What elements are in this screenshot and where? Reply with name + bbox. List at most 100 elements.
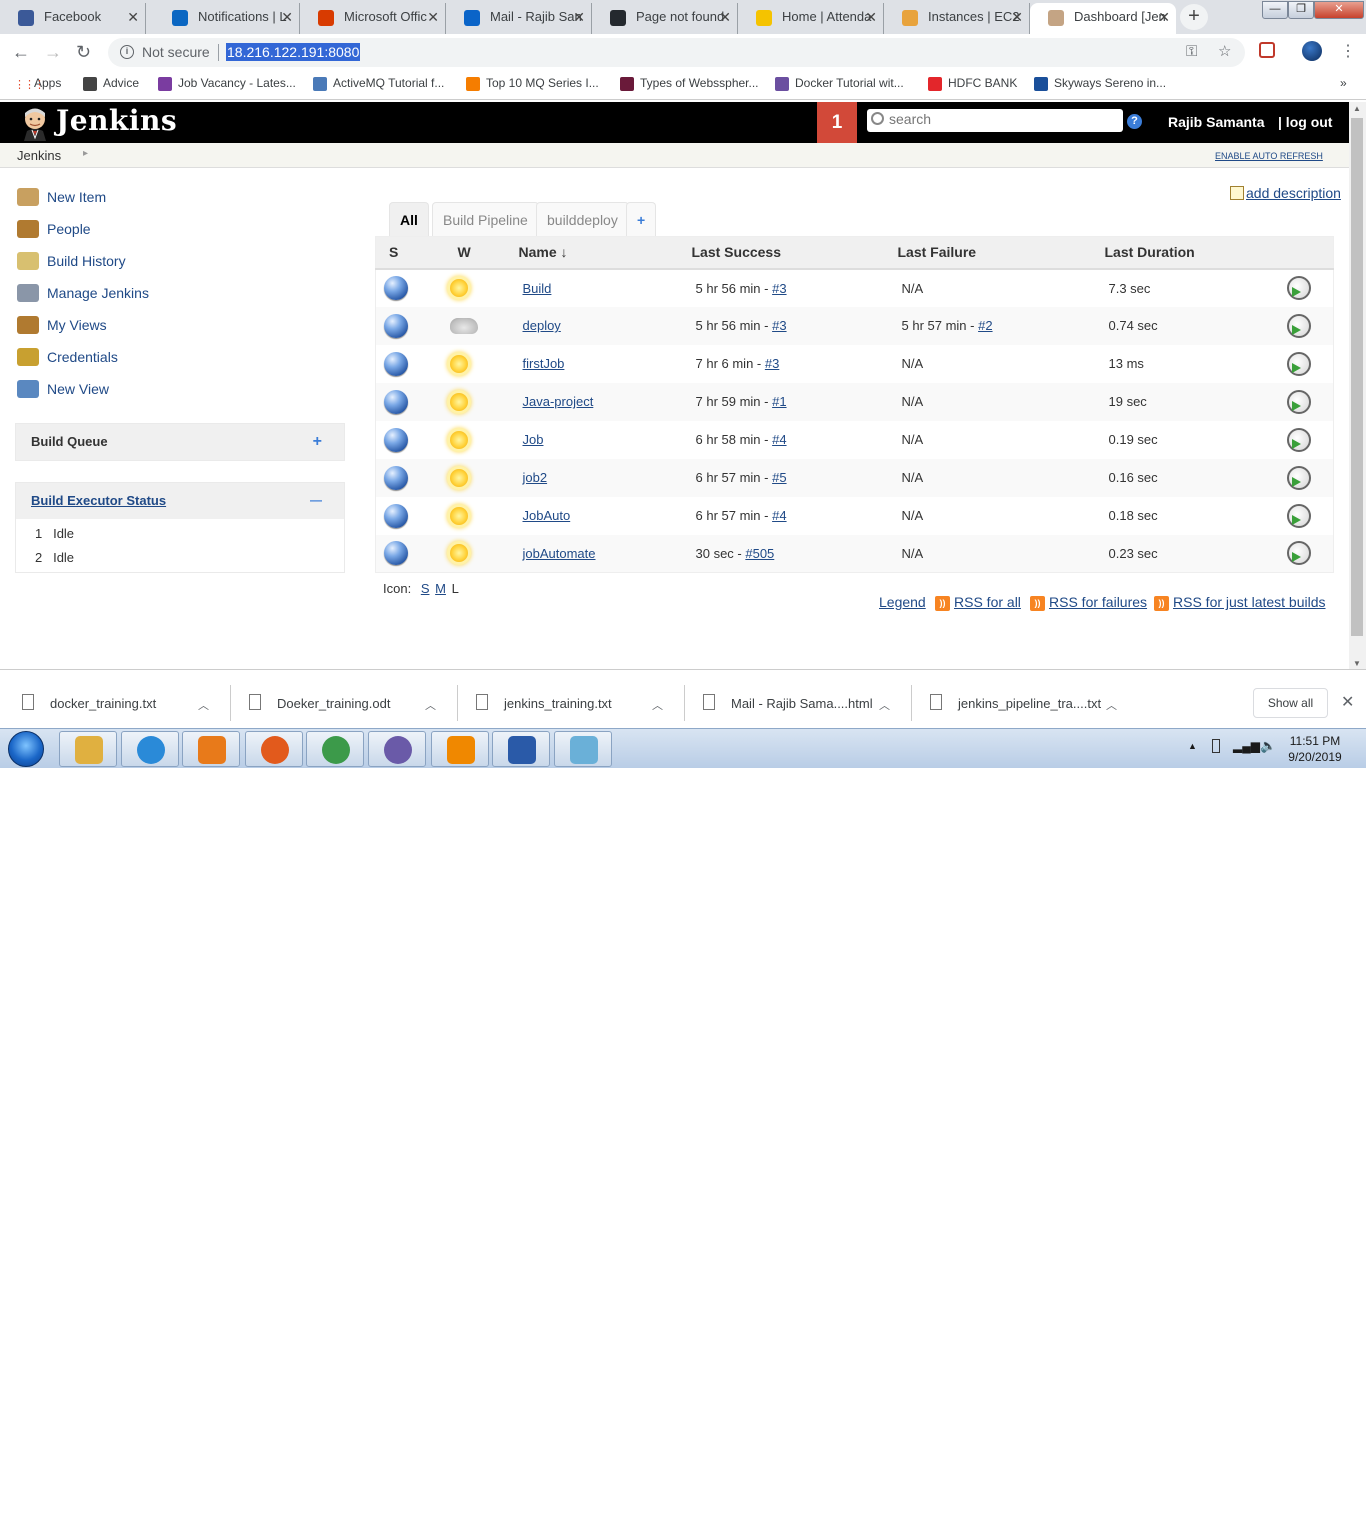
taskbar-notepad-button[interactable] [554, 731, 612, 767]
rss-all-link[interactable]: )) RSS for all [935, 594, 1021, 611]
taskbar-ie-button[interactable] [121, 731, 179, 767]
col-last-failure[interactable]: Last Failure [897, 236, 1105, 270]
maximize-button[interactable]: ❐ [1288, 1, 1314, 19]
last-success-build-link[interactable]: #3 [765, 356, 779, 371]
info-icon[interactable]: i [120, 45, 134, 59]
download-item[interactable]: jenkins_training.txt ︿ [476, 694, 663, 712]
sunny-weather-icon[interactable] [449, 279, 468, 297]
rss-latest-link[interactable]: )) RSS for just latest builds [1154, 594, 1326, 611]
last-success-build-link[interactable]: #3 [772, 318, 786, 333]
minimize-button[interactable]: — [1262, 1, 1288, 19]
browser-tab[interactable]: Dashboard [Jen ✕ [1030, 3, 1176, 34]
sunny-weather-icon[interactable] [449, 354, 468, 373]
taskbar-media-app-button[interactable] [368, 731, 426, 767]
chevron-up-icon[interactable]: ︿ [1106, 697, 1117, 713]
schedule-build-icon[interactable] [1286, 351, 1311, 376]
last-success-build-link[interactable]: #505 [745, 546, 774, 561]
taskbar-word-button[interactable] [492, 731, 550, 767]
schedule-build-icon[interactable] [1286, 465, 1311, 490]
cloudy-weather-icon[interactable] [449, 317, 478, 334]
tab-builddeploy[interactable]: builddeploy [536, 202, 629, 237]
tab-close-icon[interactable]: ✕ [719, 3, 731, 31]
tab-close-icon[interactable]: ✕ [573, 3, 585, 31]
download-item[interactable]: jenkins_pipeline_tra....txt ︿ [930, 694, 1117, 712]
sunny-weather-icon[interactable] [449, 468, 468, 487]
status-ball-icon[interactable] [384, 541, 408, 566]
bookmark-item[interactable]: Top 10 MQ Series I... [466, 76, 599, 91]
bookmark-item[interactable]: ActiveMQ Tutorial f... [313, 76, 444, 91]
download-item[interactable]: Mail - Rajib Sama....html ︿ [703, 694, 890, 712]
key-icon[interactable]: ⚿ [1186, 43, 1197, 60]
notification-badge[interactable]: 1 [817, 102, 857, 143]
job-name-link[interactable]: Java-project [523, 394, 594, 409]
breadcrumb-arrow-icon[interactable]: ▸ [83, 148, 88, 159]
url-text[interactable]: 18.216.122.191:8080 [226, 43, 361, 61]
job-name-link[interactable]: job2 [523, 470, 548, 485]
taskbar-chrome-button[interactable] [306, 731, 364, 767]
browser-tab[interactable]: Page not found ✕ [592, 3, 738, 34]
browser-tab[interactable]: Mail - Rajib San ✕ [446, 3, 592, 34]
schedule-build-icon[interactable] [1286, 541, 1311, 566]
sunny-weather-icon[interactable] [449, 544, 468, 563]
menu-icon[interactable]: ⋮ [1340, 41, 1356, 61]
schedule-build-icon[interactable] [1286, 313, 1311, 338]
user-name-link[interactable]: Rajib Samanta [1168, 114, 1264, 130]
tab-close-icon[interactable]: ✕ [1158, 3, 1170, 31]
task-people[interactable]: People [17, 219, 91, 239]
bookmark-item[interactable]: HDFC BANK [928, 76, 1017, 91]
scroll-up-icon[interactable]: ▲ [1353, 104, 1361, 113]
job-name-link[interactable]: Build [523, 281, 552, 296]
chevron-up-icon[interactable]: ︿ [425, 697, 436, 713]
status-ball-icon[interactable] [384, 465, 408, 490]
taskbar-firefox-button[interactable] [245, 731, 303, 767]
tab-close-icon[interactable]: ✕ [281, 3, 293, 31]
status-ball-icon[interactable] [384, 389, 408, 414]
task-new-view[interactable]: New View [17, 379, 109, 399]
task-credentials[interactable]: Credentials [17, 347, 118, 367]
address-bar[interactable]: i Not secure 18.216.122.191:8080 ⚿ ☆ [108, 38, 1245, 67]
tab-close-icon[interactable]: ✕ [127, 3, 139, 31]
tab-close-icon[interactable]: ✕ [427, 3, 439, 31]
job-name-link[interactable]: JobAuto [523, 508, 571, 523]
browser-tab[interactable]: Home | Attenda ✕ [738, 3, 884, 34]
icon-size-small-link[interactable]: S [421, 581, 430, 596]
show-all-button[interactable]: Show all [1253, 688, 1328, 718]
taskbar-explorer-button[interactable] [59, 731, 117, 767]
volume-icon[interactable]: 🔈 [1260, 738, 1276, 754]
taskbar-clock[interactable]: 11:51 PM 9/20/2019 [1285, 733, 1345, 765]
taskbar-media-player-button[interactable] [182, 731, 240, 767]
window-close-button[interactable]: ✕ [1314, 1, 1364, 19]
status-ball-icon[interactable] [384, 427, 408, 452]
download-item[interactable]: Doeker_training.odt ︿ [249, 694, 436, 712]
task-my-views[interactable]: My Views [17, 315, 107, 335]
status-ball-icon[interactable] [384, 503, 408, 528]
task-new-item[interactable]: New Item [17, 187, 106, 207]
profile-avatar[interactable] [1302, 41, 1322, 61]
tab-all[interactable]: All [389, 202, 429, 237]
search-box[interactable] [867, 109, 1123, 132]
tab-new-view[interactable]: + [626, 202, 657, 237]
new-tab-button[interactable]: + [1180, 4, 1208, 30]
chevron-up-icon[interactable]: ︿ [198, 697, 209, 713]
executor-title-link[interactable]: Build Executor Status [31, 493, 166, 508]
rss-failures-link[interactable]: )) RSS for failures [1030, 594, 1147, 611]
job-name-link[interactable]: jobAutomate [523, 546, 596, 561]
task-build-history[interactable]: Build History [17, 251, 126, 271]
bookmark-star-icon[interactable]: ☆ [1218, 42, 1231, 60]
last-failure-build-link[interactable]: #2 [978, 318, 992, 333]
sunny-weather-icon[interactable] [449, 392, 468, 411]
bookmarks-overflow-icon[interactable]: » [1320, 76, 1347, 90]
back-icon[interactable]: ← [12, 42, 30, 62]
status-ball-icon[interactable] [384, 313, 408, 338]
status-ball-icon[interactable] [384, 276, 408, 300]
show-hidden-icons[interactable]: ▲ [1188, 741, 1197, 751]
sunny-weather-icon[interactable] [449, 506, 468, 525]
legend-link[interactable]: Legend [879, 594, 926, 610]
tab-build-pipeline[interactable]: Build Pipeline [432, 202, 539, 237]
scroll-down-icon[interactable]: ▼ [1353, 659, 1361, 668]
schedule-build-icon[interactable] [1286, 389, 1311, 414]
extension-icon[interactable] [1259, 42, 1275, 58]
col-name[interactable]: Name ↓ [518, 236, 692, 270]
add-description-link[interactable]: add description [1230, 185, 1341, 201]
battery-icon[interactable] [1212, 739, 1220, 753]
